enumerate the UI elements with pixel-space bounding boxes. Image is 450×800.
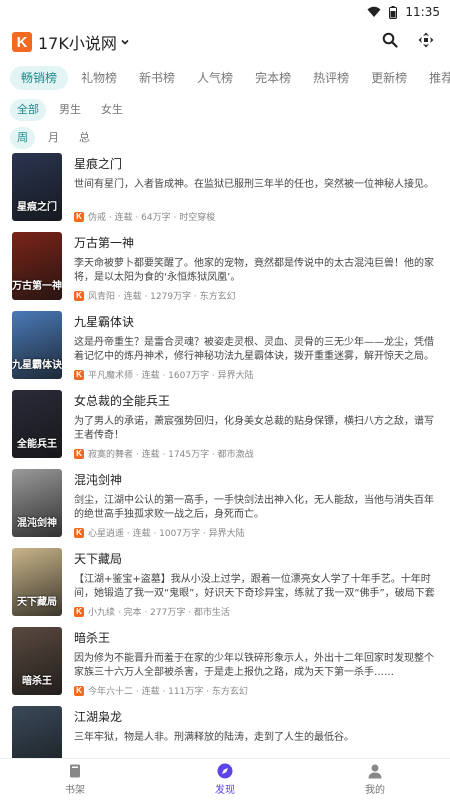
book-meta-text: 伪戒 · 连载 · 64万字 · 时空穿梭 xyxy=(88,213,216,223)
book-meta: K 今年六十二 · 连载 · 111万字 · 东方玄幻 xyxy=(74,684,440,697)
book-cover: 星痕之门 xyxy=(12,153,62,221)
book-cover: 九星霸体诀 xyxy=(12,311,62,379)
bottom-nav: 书架 发现 我的 xyxy=(0,758,450,800)
book-item[interactable]: 混沌剑神 混沌剑神 剑尘，江湖中公认的第一高手，一手快剑法出神入化，无人能敌，当… xyxy=(0,466,450,545)
book-meta: K 小九续 · 完本 · 277万字 · 都市生活 xyxy=(74,605,440,618)
profile-icon xyxy=(368,764,382,779)
bookshelf-icon xyxy=(70,764,80,778)
tab-updates[interactable]: 更新榜 xyxy=(360,66,418,90)
tab-popular[interactable]: 人气榜 xyxy=(186,66,244,90)
book-description: 世间有星门，入者皆成神。在监狱已服刑三年半的任也，突然被一位神秘人接见。 xyxy=(74,179,434,190)
book-description: 这是丹帝重生？是雷合灵魂？被姿走灵根、灵血、灵骨的三无少年——龙尘，凭借着记忆中… xyxy=(74,337,434,362)
book-meta: K 伪戒 · 连载 · 64万字 · 时空穿梭 xyxy=(74,210,440,223)
book-meta-text: 寂寞的舞者 · 连载 · 1745万字 · 都市激战 xyxy=(88,450,254,460)
book-description: 李天命被萝卜都要笑醒了。他家的宠物，竟然都是传说中的太古混沌巨兽！他的家将，是以… xyxy=(74,258,434,283)
nav-discover[interactable]: 发现 xyxy=(150,759,300,800)
book-description: 因为修为不能晋升而羞于在家的少年以铁碎形象示人，外出十二年回家时发现整个家族三十… xyxy=(74,653,434,678)
filter-month[interactable]: 月 xyxy=(41,127,66,149)
cover-title: 万古第一神 xyxy=(12,281,62,292)
author-badge-icon: K xyxy=(74,211,84,222)
book-title: 江湖枭龙 xyxy=(74,710,123,724)
tab-reviews[interactable]: 热评榜 xyxy=(302,66,360,90)
status-bar: 11:35 xyxy=(0,0,450,24)
author-badge-icon: K xyxy=(74,369,84,380)
chevron-down-icon[interactable] xyxy=(120,37,130,47)
book-cover: 天下藏局 xyxy=(12,548,62,616)
book-description: 三年牢狱，物是人非。刑满释放的陆涛，走到了人生的最低谷。 xyxy=(74,732,354,743)
nav-profile-label: 我的 xyxy=(365,785,385,796)
book-description: 剑尘，江湖中公认的第一高手，一手快剑法出神入化，无人能敌，当他与消失百年的绝世高… xyxy=(74,495,434,520)
book-cover: 混沌剑神 xyxy=(12,469,62,537)
filter-total[interactable]: 总 xyxy=(72,127,97,149)
book-title: 女总裁的全能兵王 xyxy=(74,394,171,408)
cover-title: 星痕之门 xyxy=(17,202,57,213)
book-meta-text: 心星逍遥 · 连载 · 1007万字 · 异界大陆 xyxy=(88,529,245,539)
nav-profile[interactable]: 我的 xyxy=(300,759,450,800)
cover-title: 全能兵王 xyxy=(17,439,57,450)
nav-bookshelf[interactable]: 书架 xyxy=(0,759,150,800)
filter-icon[interactable] xyxy=(418,32,434,52)
book-item[interactable]: 星痕之门 星痕之门 世间有星门，入者皆成神。在监狱已服刑三年半的任也，突然被一位… xyxy=(0,150,450,229)
filter-week[interactable]: 周 xyxy=(10,127,35,149)
tab-recommend[interactable]: 推荐票榜 xyxy=(418,66,450,90)
book-title: 混沌剑神 xyxy=(74,473,123,487)
author-badge-icon: K xyxy=(74,685,84,696)
book-title: 星痕之门 xyxy=(74,157,123,171)
tab-gift[interactable]: 礼物榜 xyxy=(70,66,128,90)
book-item[interactable]: 暗杀王 暗杀王 因为修为不能晋升而羞于在家的少年以铁碎形象示人，外出十二年回家时… xyxy=(0,624,450,703)
book-description: 【江湖+鉴宝+盗墓】我从小没上过学，跟着一位漂亮女人学了十年手艺。十年时间，她锻… xyxy=(74,574,435,599)
tab-bestseller[interactable]: 畅销榜 xyxy=(10,66,69,90)
author-badge-icon: K xyxy=(74,527,84,538)
book-meta: K 风青阳 · 连载 · 1279万字 · 东方玄幻 xyxy=(74,289,440,302)
cover-title: 九星霸体诀 xyxy=(12,360,62,371)
book-meta: K 心星逍遥 · 连载 · 1007万字 · 异界大陆 xyxy=(74,526,440,539)
status-time: 11:35 xyxy=(405,5,440,19)
book-list: 星痕之门 星痕之门 世间有星门，入者皆成神。在监狱已服刑三年半的任也，突然被一位… xyxy=(0,150,450,760)
book-meta-text: 今年六十二 · 连载 · 111万字 · 东方玄幻 xyxy=(88,687,248,697)
book-meta: K 寂寞的舞者 · 连载 · 1745万字 · 都市激战 xyxy=(74,447,440,460)
book-item[interactable]: 江湖枭龙 三年牢狱，物是人非。刑满释放的陆涛，走到了人生的最低谷。 xyxy=(0,703,450,760)
search-icon[interactable] xyxy=(382,32,398,52)
book-cover: 暗杀王 xyxy=(12,627,62,695)
author-badge-icon: K xyxy=(74,606,84,617)
book-title: 天下藏局 xyxy=(74,552,123,566)
nav-discover-label: 发现 xyxy=(215,785,235,796)
app-title[interactable]: 17K小说网 xyxy=(38,30,117,54)
book-meta-text: 风青阳 · 连载 · 1279万字 · 东方玄幻 xyxy=(88,292,236,302)
discover-icon xyxy=(217,763,233,779)
book-cover: 万古第一神 xyxy=(12,232,62,300)
ranking-tabs: 畅销榜 礼物榜 新书榜 人气榜 完本榜 热评榜 更新榜 推荐票榜 xyxy=(0,60,450,96)
cover-title: 天下藏局 xyxy=(17,597,57,608)
book-description: 为了男人的承诺，萧宸强势回归，化身美女总裁的贴身保镖，横扫八方之敌，谱写王者传奇… xyxy=(74,416,434,441)
cover-title: 暗杀王 xyxy=(22,676,52,687)
book-meta-text: 小九续 · 完本 · 277万字 · 都市生活 xyxy=(88,608,230,618)
book-cover xyxy=(12,706,62,760)
author-badge-icon: K xyxy=(74,448,84,459)
book-meta: K 平凡魔术师 · 连载 · 1607万字 · 异界大陆 xyxy=(74,368,440,381)
filter-female[interactable]: 女生 xyxy=(94,99,130,121)
author-badge-icon: K xyxy=(74,290,84,301)
app-logo: K xyxy=(12,32,32,52)
book-title: 万古第一神 xyxy=(74,236,135,250)
book-title: 暗杀王 xyxy=(74,631,111,645)
tab-new[interactable]: 新书榜 xyxy=(128,66,186,90)
book-item[interactable]: 全能兵王 女总裁的全能兵王 为了男人的承诺，萧宸强势回归，化身美女总裁的贴身保镖… xyxy=(0,387,450,466)
book-item[interactable]: 万古第一神 万古第一神 李天命被萝卜都要笑醒了。他家的宠物，竟然都是传说中的太古… xyxy=(0,229,450,308)
book-title: 九星霸体诀 xyxy=(74,315,135,329)
period-filter: 周 月 总 xyxy=(0,124,450,152)
wifi-icon xyxy=(367,6,381,18)
gender-filter: 全部 男生 女生 xyxy=(0,96,450,124)
battery-icon xyxy=(389,5,398,19)
nav-bookshelf-label: 书架 xyxy=(65,785,85,796)
filter-male[interactable]: 男生 xyxy=(52,99,88,121)
book-item[interactable]: 天下藏局 天下藏局 【江湖+鉴宝+盗墓】我从小没上过学，跟着一位漂亮女人学了十年… xyxy=(0,545,450,624)
book-meta-text: 平凡魔术师 · 连载 · 1607万字 · 异界大陆 xyxy=(88,371,254,381)
filter-all[interactable]: 全部 xyxy=(10,99,46,121)
app-bar: K 17K小说网 xyxy=(0,24,450,60)
book-item[interactable]: 九星霸体诀 九星霸体诀 这是丹帝重生？是雷合灵魂？被姿走灵根、灵血、灵骨的三无少… xyxy=(0,308,450,387)
tab-completed[interactable]: 完本榜 xyxy=(244,66,302,90)
book-cover: 全能兵王 xyxy=(12,390,62,458)
cover-title: 混沌剑神 xyxy=(17,518,57,529)
